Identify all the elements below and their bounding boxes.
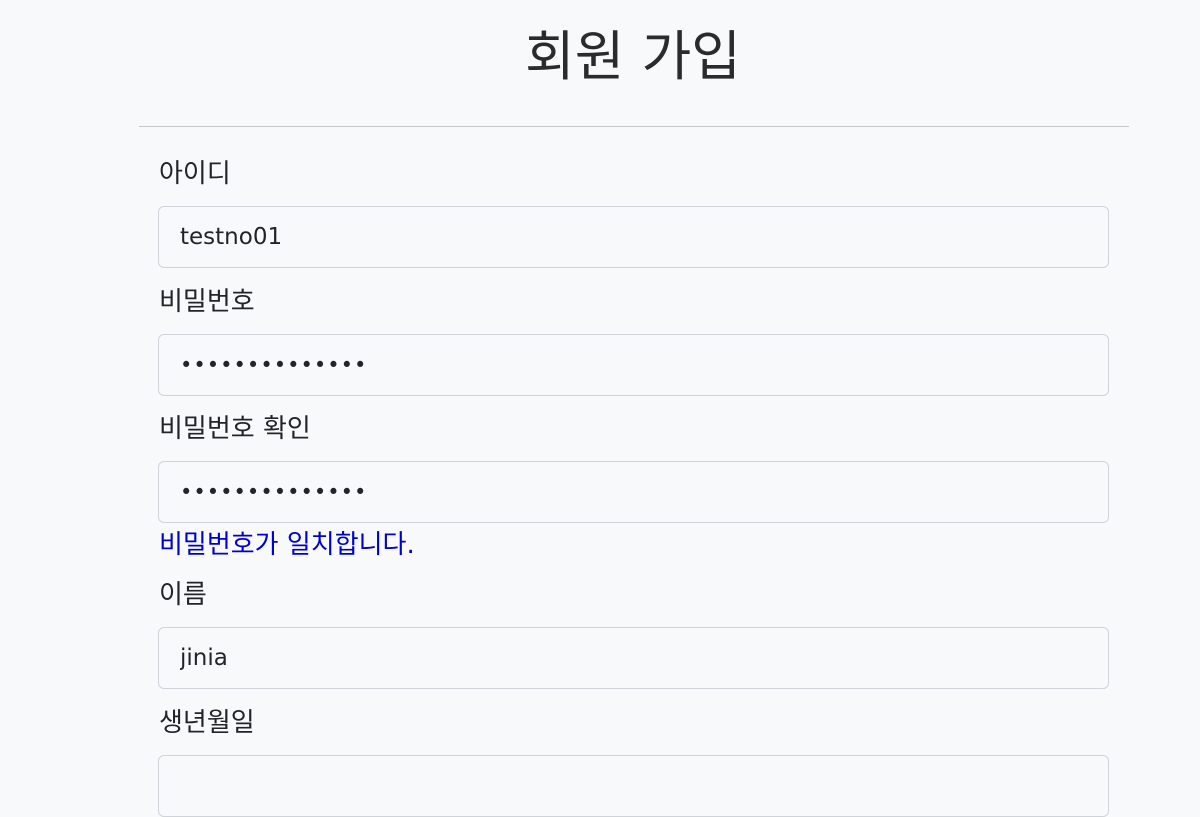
birthdate-label: 생년월일 [159,708,255,738]
user-id-label: 아이디 [159,159,231,189]
birthdate-input[interactable] [158,755,1109,817]
password-confirm-input[interactable] [158,461,1109,523]
title-divider [139,126,1129,127]
password-label: 비밀번호 [159,287,255,317]
password-input[interactable] [158,334,1109,396]
name-input[interactable] [158,627,1109,689]
user-id-input[interactable] [158,206,1109,268]
password-match-message: 비밀번호가 일치합니다. [159,530,415,560]
name-label: 이름 [159,580,207,610]
page-title: 회원 가입 [525,25,741,88]
password-confirm-label: 비밀번호 확인 [159,414,311,444]
